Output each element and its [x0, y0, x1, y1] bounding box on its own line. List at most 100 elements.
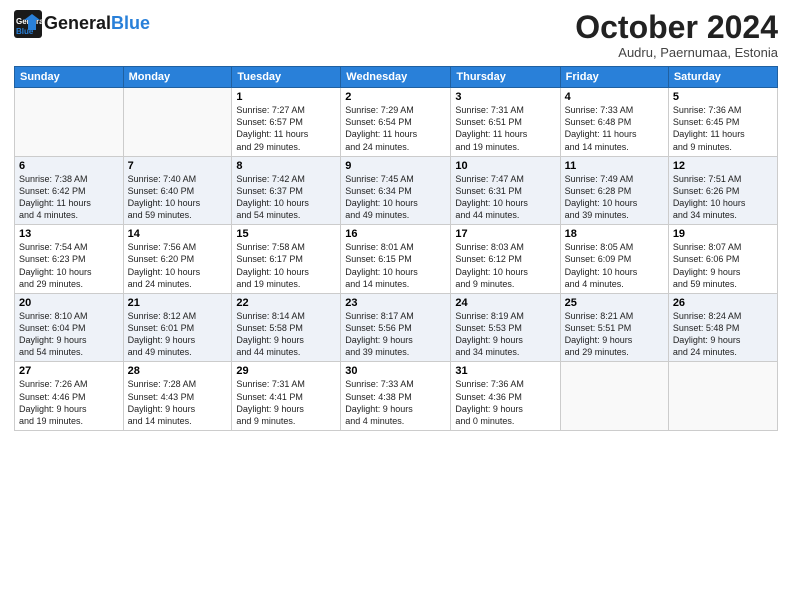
day-info: Sunrise: 8:07 AM Sunset: 6:06 PM Dayligh… — [673, 241, 773, 290]
calendar-cell: 5Sunrise: 7:36 AM Sunset: 6:45 PM Daylig… — [668, 88, 777, 157]
col-friday: Friday — [560, 67, 668, 88]
day-info: Sunrise: 7:28 AM Sunset: 4:43 PM Dayligh… — [128, 378, 228, 427]
day-info: Sunrise: 7:33 AM Sunset: 6:48 PM Dayligh… — [565, 104, 664, 153]
calendar-cell: 12Sunrise: 7:51 AM Sunset: 6:26 PM Dayli… — [668, 156, 777, 225]
calendar-cell: 4Sunrise: 7:33 AM Sunset: 6:48 PM Daylig… — [560, 88, 668, 157]
col-thursday: Thursday — [451, 67, 560, 88]
day-info: Sunrise: 8:24 AM Sunset: 5:48 PM Dayligh… — [673, 310, 773, 359]
day-info: Sunrise: 8:14 AM Sunset: 5:58 PM Dayligh… — [236, 310, 336, 359]
calendar-cell: 13Sunrise: 7:54 AM Sunset: 6:23 PM Dayli… — [15, 225, 124, 294]
day-info: Sunrise: 8:19 AM Sunset: 5:53 PM Dayligh… — [455, 310, 555, 359]
logo-icon: General Blue — [14, 10, 42, 38]
day-info: Sunrise: 7:29 AM Sunset: 6:54 PM Dayligh… — [345, 104, 446, 153]
calendar-cell: 6Sunrise: 7:38 AM Sunset: 6:42 PM Daylig… — [15, 156, 124, 225]
day-number: 26 — [673, 297, 773, 309]
day-number: 6 — [19, 160, 119, 172]
calendar-cell: 17Sunrise: 8:03 AM Sunset: 6:12 PM Dayli… — [451, 225, 560, 294]
calendar-table: Sunday Monday Tuesday Wednesday Thursday… — [14, 66, 778, 431]
day-number: 22 — [236, 297, 336, 309]
day-number: 8 — [236, 160, 336, 172]
col-tuesday: Tuesday — [232, 67, 341, 88]
day-info: Sunrise: 7:31 AM Sunset: 6:51 PM Dayligh… — [455, 104, 555, 153]
day-info: Sunrise: 8:12 AM Sunset: 6:01 PM Dayligh… — [128, 310, 228, 359]
header: General Blue GeneralBlue October 2024 Au… — [14, 10, 778, 60]
day-number: 1 — [236, 91, 336, 103]
day-number: 2 — [345, 91, 446, 103]
calendar-week-1: 6Sunrise: 7:38 AM Sunset: 6:42 PM Daylig… — [15, 156, 778, 225]
day-number: 9 — [345, 160, 446, 172]
calendar-cell: 8Sunrise: 7:42 AM Sunset: 6:37 PM Daylig… — [232, 156, 341, 225]
calendar-cell: 31Sunrise: 7:36 AM Sunset: 4:36 PM Dayli… — [451, 362, 560, 431]
calendar-cell: 14Sunrise: 7:56 AM Sunset: 6:20 PM Dayli… — [123, 225, 232, 294]
calendar-week-4: 27Sunrise: 7:26 AM Sunset: 4:46 PM Dayli… — [15, 362, 778, 431]
calendar-cell — [15, 88, 124, 157]
calendar-cell: 22Sunrise: 8:14 AM Sunset: 5:58 PM Dayli… — [232, 293, 341, 362]
day-info: Sunrise: 7:49 AM Sunset: 6:28 PM Dayligh… — [565, 173, 664, 222]
calendar-header-row: Sunday Monday Tuesday Wednesday Thursday… — [15, 67, 778, 88]
logo: General Blue GeneralBlue — [14, 10, 150, 38]
calendar-week-3: 20Sunrise: 8:10 AM Sunset: 6:04 PM Dayli… — [15, 293, 778, 362]
calendar-cell: 10Sunrise: 7:47 AM Sunset: 6:31 PM Dayli… — [451, 156, 560, 225]
calendar-cell: 1Sunrise: 7:27 AM Sunset: 6:57 PM Daylig… — [232, 88, 341, 157]
col-wednesday: Wednesday — [341, 67, 451, 88]
day-info: Sunrise: 7:36 AM Sunset: 4:36 PM Dayligh… — [455, 378, 555, 427]
calendar-cell: 20Sunrise: 8:10 AM Sunset: 6:04 PM Dayli… — [15, 293, 124, 362]
calendar-cell: 3Sunrise: 7:31 AM Sunset: 6:51 PM Daylig… — [451, 88, 560, 157]
day-number: 14 — [128, 228, 228, 240]
calendar-cell: 16Sunrise: 8:01 AM Sunset: 6:15 PM Dayli… — [341, 225, 451, 294]
calendar-cell: 29Sunrise: 7:31 AM Sunset: 4:41 PM Dayli… — [232, 362, 341, 431]
day-info: Sunrise: 7:42 AM Sunset: 6:37 PM Dayligh… — [236, 173, 336, 222]
col-saturday: Saturday — [668, 67, 777, 88]
day-number: 12 — [673, 160, 773, 172]
day-number: 5 — [673, 91, 773, 103]
day-info: Sunrise: 7:45 AM Sunset: 6:34 PM Dayligh… — [345, 173, 446, 222]
calendar-cell — [123, 88, 232, 157]
calendar-cell: 28Sunrise: 7:28 AM Sunset: 4:43 PM Dayli… — [123, 362, 232, 431]
day-info: Sunrise: 7:33 AM Sunset: 4:38 PM Dayligh… — [345, 378, 446, 427]
col-sunday: Sunday — [15, 67, 124, 88]
day-info: Sunrise: 7:27 AM Sunset: 6:57 PM Dayligh… — [236, 104, 336, 153]
calendar-cell: 25Sunrise: 8:21 AM Sunset: 5:51 PM Dayli… — [560, 293, 668, 362]
day-number: 31 — [455, 365, 555, 377]
day-number: 13 — [19, 228, 119, 240]
day-info: Sunrise: 8:01 AM Sunset: 6:15 PM Dayligh… — [345, 241, 446, 290]
calendar-cell: 19Sunrise: 8:07 AM Sunset: 6:06 PM Dayli… — [668, 225, 777, 294]
calendar-cell: 9Sunrise: 7:45 AM Sunset: 6:34 PM Daylig… — [341, 156, 451, 225]
day-info: Sunrise: 8:03 AM Sunset: 6:12 PM Dayligh… — [455, 241, 555, 290]
day-number: 10 — [455, 160, 555, 172]
day-number: 19 — [673, 228, 773, 240]
calendar-cell: 30Sunrise: 7:33 AM Sunset: 4:38 PM Dayli… — [341, 362, 451, 431]
day-info: Sunrise: 7:56 AM Sunset: 6:20 PM Dayligh… — [128, 241, 228, 290]
day-number: 20 — [19, 297, 119, 309]
location-subtitle: Audru, Paernumaa, Estonia — [575, 45, 778, 60]
page: General Blue GeneralBlue October 2024 Au… — [0, 0, 792, 612]
day-number: 24 — [455, 297, 555, 309]
day-info: Sunrise: 7:54 AM Sunset: 6:23 PM Dayligh… — [19, 241, 119, 290]
day-info: Sunrise: 8:21 AM Sunset: 5:51 PM Dayligh… — [565, 310, 664, 359]
day-number: 25 — [565, 297, 664, 309]
calendar-week-2: 13Sunrise: 7:54 AM Sunset: 6:23 PM Dayli… — [15, 225, 778, 294]
day-info: Sunrise: 7:36 AM Sunset: 6:45 PM Dayligh… — [673, 104, 773, 153]
calendar-cell: 7Sunrise: 7:40 AM Sunset: 6:40 PM Daylig… — [123, 156, 232, 225]
title-block: October 2024 Audru, Paernumaa, Estonia — [575, 10, 778, 60]
day-info: Sunrise: 7:51 AM Sunset: 6:26 PM Dayligh… — [673, 173, 773, 222]
day-info: Sunrise: 8:05 AM Sunset: 6:09 PM Dayligh… — [565, 241, 664, 290]
day-number: 28 — [128, 365, 228, 377]
day-number: 7 — [128, 160, 228, 172]
day-number: 30 — [345, 365, 446, 377]
calendar-cell — [560, 362, 668, 431]
day-number: 29 — [236, 365, 336, 377]
calendar-cell: 21Sunrise: 8:12 AM Sunset: 6:01 PM Dayli… — [123, 293, 232, 362]
day-info: Sunrise: 8:10 AM Sunset: 6:04 PM Dayligh… — [19, 310, 119, 359]
calendar-cell: 18Sunrise: 8:05 AM Sunset: 6:09 PM Dayli… — [560, 225, 668, 294]
month-title: October 2024 — [575, 10, 778, 45]
day-info: Sunrise: 7:47 AM Sunset: 6:31 PM Dayligh… — [455, 173, 555, 222]
day-info: Sunrise: 7:40 AM Sunset: 6:40 PM Dayligh… — [128, 173, 228, 222]
day-number: 4 — [565, 91, 664, 103]
calendar-cell: 15Sunrise: 7:58 AM Sunset: 6:17 PM Dayli… — [232, 225, 341, 294]
day-info: Sunrise: 7:38 AM Sunset: 6:42 PM Dayligh… — [19, 173, 119, 222]
day-info: Sunrise: 7:31 AM Sunset: 4:41 PM Dayligh… — [236, 378, 336, 427]
day-info: Sunrise: 8:17 AM Sunset: 5:56 PM Dayligh… — [345, 310, 446, 359]
day-number: 27 — [19, 365, 119, 377]
calendar-cell: 27Sunrise: 7:26 AM Sunset: 4:46 PM Dayli… — [15, 362, 124, 431]
